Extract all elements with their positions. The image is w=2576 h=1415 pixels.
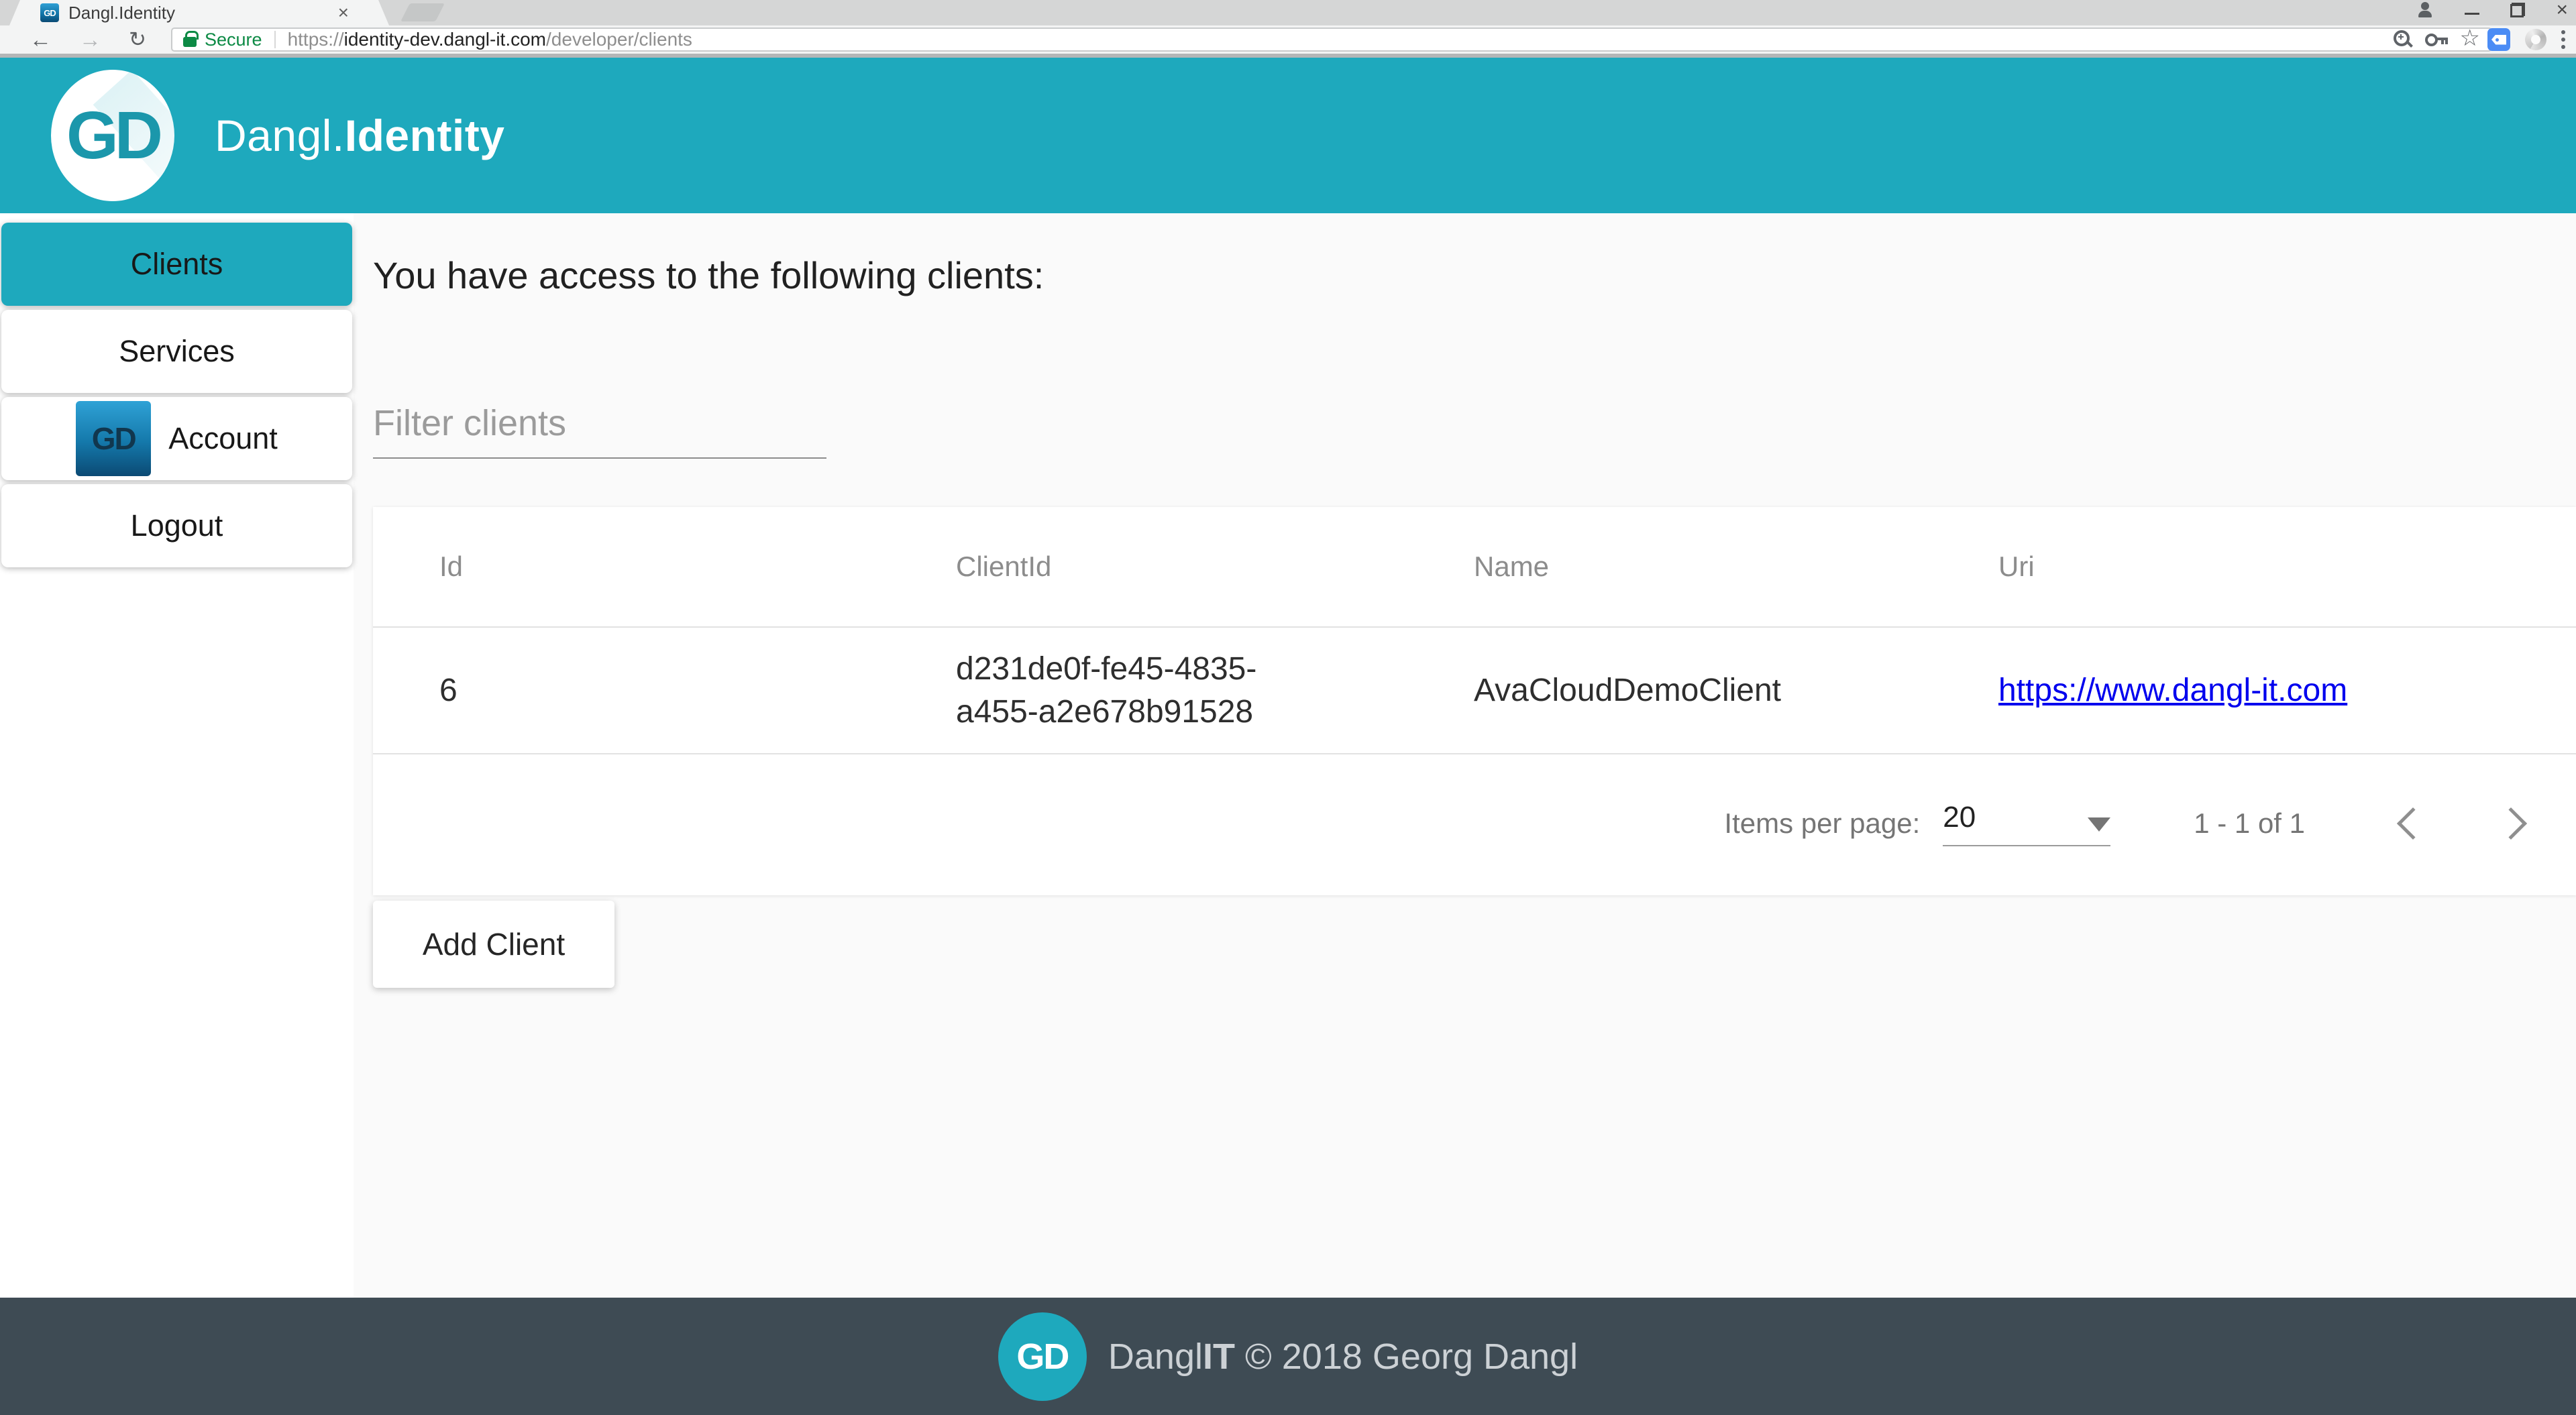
previous-page-button[interactable] [2396,807,2430,840]
footer-brand-regular: Dangl [1108,1336,1203,1377]
new-tab-button[interactable] [400,3,445,21]
tab-favicon-icon: GD [40,3,59,22]
password-key-icon[interactable] [2424,32,2448,47]
column-header-id: Id [439,551,464,582]
app-title: Dangl.Identity [215,110,504,161]
chrome-menu-icon[interactable] [2561,30,2565,49]
cell-id: 6 [439,673,458,708]
sidebar-item-account[interactable]: GD Account [1,397,352,480]
column-header-name: Name [1474,551,1550,582]
restore-button[interactable] [2510,3,2526,17]
page-zoom-icon[interactable] [2393,30,2413,50]
app-title-bold: Identity [344,111,505,160]
profile-icon[interactable] [2416,1,2434,19]
address-bar[interactable]: Secure https://identity-dev.dangl-it.com… [171,27,2492,52]
footer-copyright: DanglIT © 2018 Georg Dangl [1108,1336,1578,1377]
url-path: /developer/clients [546,29,692,50]
url-divider [274,31,276,48]
sidebar-item-services[interactable]: Services [1,310,352,393]
sidebar: Clients Services GD Account Logout [0,213,354,1298]
column-header-uri: Uri [1998,551,2035,582]
omnibox-icons: ☆ [2393,27,2480,50]
app-footer: GD DanglIT © 2018 Georg Dangl [0,1298,2576,1415]
clients-table: Id ClientId Name Uri 6 d231de0f-fe45-483… [373,507,2576,895]
bookmark-star-icon[interactable]: ☆ [2460,27,2480,50]
minimize-button[interactable] [2465,12,2480,15]
tag-extension-icon[interactable] [2487,28,2510,51]
secure-label: Secure [205,29,262,50]
brand-logo: GD [51,70,174,201]
footer-brand-bold: IT [1202,1336,1235,1377]
tab-strip: GD Dangl.Identity × × [0,0,2576,25]
refresh-button[interactable]: ↻ [129,25,146,54]
column-header-clientid: ClientId [956,551,1052,583]
window-controls: × [2416,0,2568,20]
close-window-button[interactable]: × [2556,0,2568,20]
table-header-row: Id ClientId Name Uri [373,507,2576,628]
sidebar-item-clients[interactable]: Clients [1,223,352,306]
browser-window: GD Dangl.Identity × × ← → ↻ Secure https… [0,0,2576,1415]
cell-name: AvaCloudDemoClient [1474,673,1782,708]
tab-title: Dangl.Identity [68,2,175,23]
sidebar-item-label: Account [168,421,278,455]
page-title: You have access to the following clients… [373,254,1044,296]
browser-tab[interactable]: GD Dangl.Identity × [9,0,389,25]
tab-close-icon[interactable]: × [338,3,349,22]
back-button[interactable]: ← [30,25,52,54]
sidebar-item-label: Clients [130,247,223,281]
sidebar-item-label: Services [119,334,235,368]
browser-toolbar: ← → ↻ Secure https://identity-dev.dangl-… [0,25,2576,54]
table-paginator: Items per page: 20 1 - 1 of 1 [373,754,2576,893]
secure-lock-icon [183,31,199,47]
app-title-regular: Dangl. [215,111,345,160]
url-text: https://identity-dev.dangl-it.com/develo… [288,29,692,50]
table-row: 6 d231de0f-fe45-4835-a455-a2e678b91528 A… [373,628,2576,754]
extension-icons [2487,25,2565,54]
url-scheme: https:// [287,29,344,50]
footer-gd-logo: GD [998,1312,1087,1401]
filter-clients-input[interactable] [373,402,826,459]
sidebar-item-logout[interactable]: Logout [1,484,352,567]
account-gd-icon: GD [76,401,152,476]
next-page-button[interactable] [2494,807,2528,840]
page-size-value: 20 [1943,801,1976,834]
page-size-select[interactable]: 20 [1943,801,2111,846]
client-uri-link[interactable]: https://www.dangl-it.com [1998,673,2347,708]
chevron-down-icon [2088,817,2111,832]
app-header: GD Dangl.Identity [0,58,2576,213]
paginator-range-label: 1 - 1 of 1 [2194,807,2305,839]
url-host: identity-dev.dangl-it.com [343,29,547,50]
sidebar-item-label: Logout [130,508,223,543]
forward-button[interactable]: → [79,25,101,54]
footer-copyright-text: © 2018 Georg Dangl [1234,1336,1578,1377]
swirl-extension-icon[interactable] [2525,29,2546,50]
cell-uri: https://www.dangl-it.com [1932,672,2576,709]
items-per-page-label: Items per page: [1724,807,1921,839]
main-content: You have access to the following clients… [354,213,2576,1298]
cell-clientid: d231de0f-fe45-4835-a455-a2e678b91528 [956,651,1257,730]
app-body: Clients Services GD Account Logout You h… [0,213,2576,1298]
add-client-button[interactable]: Add Client [373,901,614,988]
